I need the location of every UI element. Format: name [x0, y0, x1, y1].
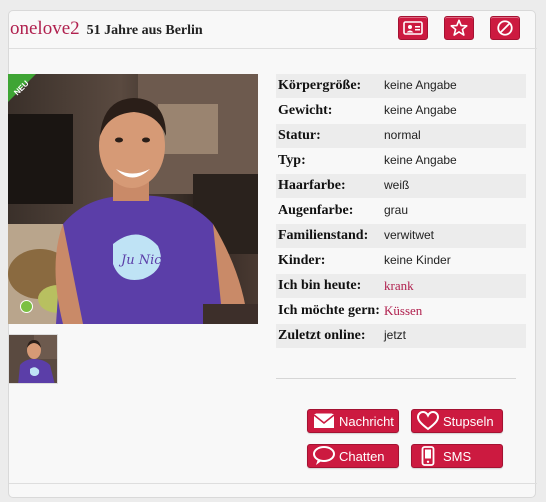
profile-header: onelove2 51 Jahre aus Berlin	[10, 18, 203, 40]
detail-label: Statur:	[278, 128, 321, 143]
detail-value: jetzt	[384, 328, 407, 342]
detail-label: Haarfarbe:	[278, 178, 346, 193]
username[interactable]: onelove2	[10, 18, 80, 40]
profile-card-icon	[403, 21, 423, 35]
favorite-button[interactable]	[444, 16, 474, 40]
star-icon	[450, 19, 468, 36]
actions-divider	[276, 378, 516, 379]
detail-label: Familienstand:	[278, 228, 369, 243]
block-button[interactable]	[490, 16, 520, 40]
detail-label: Ich möchte gern:	[278, 303, 380, 318]
detail-label: Ich bin heute:	[278, 278, 362, 293]
message-button[interactable]: Nachricht	[307, 409, 399, 433]
new-badge: NEU	[8, 74, 36, 102]
online-indicator	[20, 300, 33, 313]
detail-value: keine Kinder	[384, 253, 451, 267]
detail-row: Kinder: keine Kinder	[276, 249, 526, 274]
detail-label: Augenfarbe:	[278, 203, 354, 218]
detail-value: keine Angabe	[384, 153, 457, 167]
profile-details: Körpergröße: keine Angabe Gewicht: keine…	[276, 74, 526, 349]
chat-button[interactable]: Chatten	[307, 444, 399, 468]
envelope-icon	[312, 411, 336, 431]
detail-row: Zuletzt online: jetzt	[276, 324, 526, 349]
chat-button-label: Chatten	[339, 448, 385, 464]
profile-card-button[interactable]	[398, 16, 428, 40]
detail-label: Typ:	[278, 153, 306, 168]
detail-value-link[interactable]: Küssen	[384, 302, 422, 319]
photo-thumbnail[interactable]	[8, 334, 58, 384]
detail-row: Gewicht: keine Angabe	[276, 99, 526, 124]
detail-value: weiß	[384, 178, 410, 192]
detail-row: Ich bin heute: krank	[276, 274, 526, 299]
detail-value: normal	[384, 128, 421, 142]
detail-row: Typ: keine Angabe	[276, 149, 526, 174]
message-button-label: Nachricht	[339, 413, 394, 429]
detail-row: Haarfarbe: weiß	[276, 174, 526, 199]
detail-row: Körpergröße: keine Angabe	[276, 74, 526, 99]
detail-row: Augenfarbe: grau	[276, 199, 526, 224]
detail-value: keine Angabe	[384, 103, 457, 117]
sms-button[interactable]: SMS	[411, 444, 503, 468]
heart-icon	[416, 411, 440, 431]
detail-label: Kinder:	[278, 253, 326, 268]
detail-label: Körpergröße:	[278, 78, 362, 93]
mobile-phone-icon	[416, 446, 440, 466]
shirt-print-text: Ju Nich	[118, 253, 170, 268]
detail-row: Familienstand: verwitwet	[276, 224, 526, 249]
profile-photo[interactable]: Ju Nich NEU	[8, 74, 258, 324]
detail-value: keine Angabe	[384, 78, 457, 92]
detail-value-link[interactable]: krank	[384, 277, 414, 294]
stupseln-button-label: Stupseln	[443, 413, 494, 429]
header-divider	[9, 48, 537, 49]
sms-button-label: SMS	[443, 448, 472, 464]
stupseln-button[interactable]: Stupseln	[411, 409, 503, 433]
detail-value: grau	[384, 203, 409, 217]
speech-bubble-icon	[312, 446, 336, 466]
detail-label: Gewicht:	[278, 103, 333, 118]
detail-row: Statur: normal	[276, 124, 526, 149]
bottom-divider	[9, 483, 537, 484]
detail-label: Zuletzt online:	[278, 328, 366, 343]
age-location: 51 Jahre aus Berlin	[86, 23, 203, 38]
block-icon	[497, 20, 513, 36]
detail-value: verwitwet	[384, 228, 435, 242]
detail-row: Ich möchte gern: Küssen	[276, 299, 526, 324]
